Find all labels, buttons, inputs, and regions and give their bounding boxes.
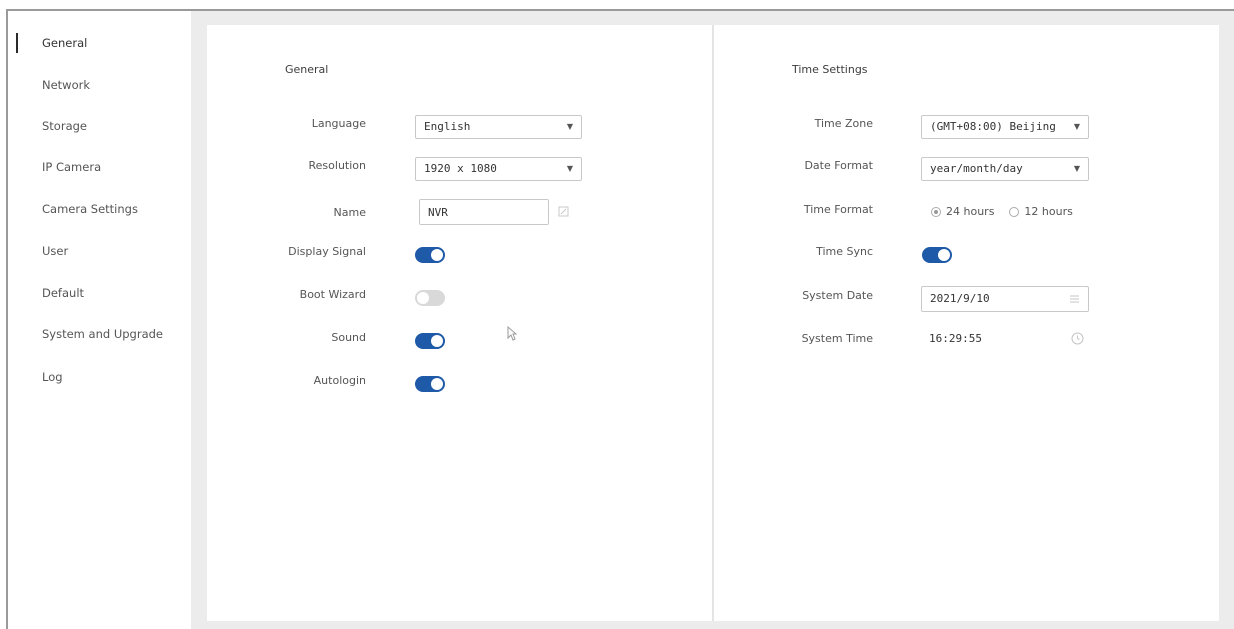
resolution-select[interactable]: 1920 x 1080 ▼ xyxy=(415,157,582,181)
sidebar-item-system-and-upgrade[interactable]: System and Upgrade xyxy=(42,327,163,341)
chevron-down-icon: ▼ xyxy=(566,122,573,131)
system-date-value: 2021/9/10 xyxy=(930,292,990,305)
language-value: English xyxy=(424,120,471,133)
mouse-cursor-icon xyxy=(507,326,517,341)
date-format-label: Date Format xyxy=(804,159,873,172)
radio-24-hours-label: 24 hours xyxy=(946,205,995,218)
system-date-input[interactable]: 2021/9/10 xyxy=(921,286,1089,312)
name-label: Name xyxy=(333,206,366,219)
resolution-label: Resolution xyxy=(308,159,366,172)
system-time-label: System Time xyxy=(801,332,873,345)
time-settings-section-title: Time Settings xyxy=(792,63,868,76)
active-nav-indicator xyxy=(16,33,18,53)
autologin-toggle[interactable] xyxy=(415,376,445,392)
sidebar-item-log[interactable]: Log xyxy=(42,370,63,384)
time-sync-label: Time Sync xyxy=(816,245,873,258)
radio-12-hours-label: 12 hours xyxy=(1024,205,1073,218)
sidebar: General Network Storage IP Camera Camera… xyxy=(8,11,191,629)
time-sync-toggle[interactable] xyxy=(922,247,952,263)
system-date-label: System Date xyxy=(802,289,873,302)
sidebar-item-default[interactable]: Default xyxy=(42,286,84,300)
language-select[interactable]: English ▼ xyxy=(415,115,582,139)
name-input[interactable] xyxy=(419,199,549,225)
radio-24-hours[interactable] xyxy=(931,207,941,217)
general-section-title: General xyxy=(285,63,329,76)
sidebar-item-general[interactable]: General xyxy=(42,36,87,50)
chevron-down-icon: ▼ xyxy=(1073,122,1080,131)
sidebar-item-network[interactable]: Network xyxy=(42,78,90,92)
time-format-radio-group: 24 hours 12 hours xyxy=(931,205,1073,218)
boot-wizard-label: Boot Wizard xyxy=(299,288,366,301)
sidebar-item-storage[interactable]: Storage xyxy=(42,119,87,133)
date-format-value: year/month/day xyxy=(930,162,1023,175)
autologin-label: Autologin xyxy=(313,374,366,387)
sound-label: Sound xyxy=(331,331,366,344)
sound-toggle[interactable] xyxy=(415,333,445,349)
sidebar-item-user[interactable]: User xyxy=(42,244,68,258)
boot-wizard-toggle[interactable] xyxy=(415,290,445,306)
clock-icon[interactable] xyxy=(1071,332,1084,345)
date-format-select[interactable]: year/month/day ▼ xyxy=(921,157,1089,181)
resolution-value: 1920 x 1080 xyxy=(424,162,497,175)
display-signal-toggle[interactable] xyxy=(415,247,445,263)
calendar-icon[interactable] xyxy=(1070,295,1079,303)
chevron-down-icon: ▼ xyxy=(566,164,573,173)
display-signal-label: Display Signal xyxy=(288,245,366,258)
sidebar-item-camera-settings[interactable]: Camera Settings xyxy=(42,202,138,216)
time-format-label: Time Format xyxy=(803,203,873,216)
time-zone-label: Time Zone xyxy=(814,117,873,130)
time-zone-value: (GMT+08:00) Beijing xyxy=(930,120,1056,133)
sidebar-item-ip-camera[interactable]: IP Camera xyxy=(42,160,101,174)
radio-12-hours[interactable] xyxy=(1009,207,1020,217)
chevron-down-icon: ▼ xyxy=(1073,164,1080,173)
time-zone-select[interactable]: (GMT+08:00) Beijing ▼ xyxy=(921,115,1089,139)
system-time-value: 16:29:55 xyxy=(929,332,982,345)
edit-icon[interactable] xyxy=(558,206,569,217)
language-label: Language xyxy=(311,117,366,130)
